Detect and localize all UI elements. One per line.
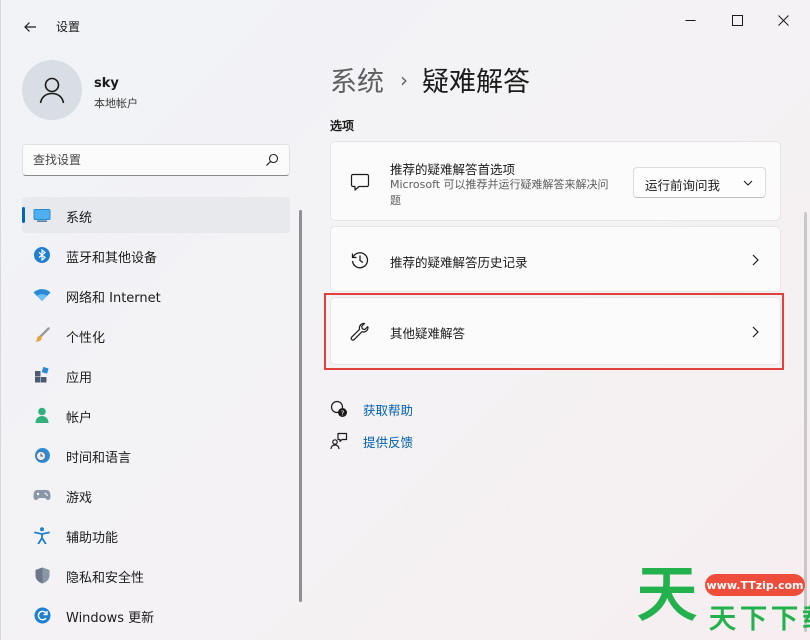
sidebar-item-label: Windows 更新 xyxy=(66,611,155,626)
bluetooth-icon xyxy=(33,246,51,264)
link-label[interactable]: 获取帮助 xyxy=(363,400,413,419)
page-title: 疑难解答 xyxy=(422,67,530,98)
close-icon xyxy=(777,14,789,26)
sidebar-item-bluetooth[interactable]: 蓝牙和其他设备 xyxy=(22,237,290,273)
update-icon xyxy=(33,606,51,624)
sidebar-item-label: 辅助功能 xyxy=(66,531,119,546)
breadcrumb-separator: › xyxy=(400,67,408,92)
search-box[interactable] xyxy=(22,144,290,176)
maximize-button[interactable] xyxy=(722,8,752,32)
link-label[interactable]: 提供反馈 xyxy=(363,432,413,451)
app-title: 设置 xyxy=(56,20,81,34)
search-input[interactable] xyxy=(33,151,253,169)
sidebar-item-label: 蓝牙和其他设备 xyxy=(66,251,158,266)
close-button[interactable] xyxy=(768,8,798,32)
sidebar-item-label: 隐私和安全性 xyxy=(66,571,145,586)
shield-icon xyxy=(33,566,51,584)
watermark-url: www.TTzip.com xyxy=(705,574,805,596)
minimize-button[interactable] xyxy=(675,8,705,32)
title-bar: 设置 xyxy=(1,0,810,48)
section-label: 选项 xyxy=(330,119,355,133)
accessibility-icon xyxy=(33,526,51,544)
highlight-box xyxy=(324,293,784,370)
sidebar-item-privacy[interactable]: 隐私和安全性 xyxy=(22,557,290,593)
sidebar-item-label: 时间和语言 xyxy=(66,451,132,466)
sidebar-item-label: 系统 xyxy=(66,211,93,226)
avatar[interactable] xyxy=(22,60,82,120)
apps-icon xyxy=(33,366,51,384)
sidebar-item-label: 应用 xyxy=(66,371,93,386)
svg-text:?: ? xyxy=(341,409,345,417)
card-title: 推荐的疑难解答历史记录 xyxy=(390,255,528,270)
account-type: 本地帐户 xyxy=(94,97,138,110)
chevron-down-icon xyxy=(743,180,753,186)
sidebar-item-personalization[interactable]: 个性化 xyxy=(22,317,290,353)
sidebar-item-label: 网络和 Internet xyxy=(66,291,161,306)
get-help-link[interactable]: ? 获取帮助 xyxy=(330,399,413,419)
sidebar-scrollbar[interactable] xyxy=(299,210,302,602)
sidebar-item-system[interactable]: 系统 xyxy=(22,197,290,233)
wifi-icon xyxy=(33,286,51,304)
chevron-right-icon xyxy=(752,254,759,266)
card-description: Microsoft 可以推荐并运行疑难解答来解决问题 xyxy=(390,178,609,207)
user-name: sky xyxy=(94,76,119,91)
settings-window: 设置 sky 本地帐户 系统 蓝牙和其他设备 xyxy=(0,0,810,640)
troubleshoot-preference-dropdown[interactable]: 运行前询问我 xyxy=(633,167,766,198)
sidebar-item-label: 游戏 xyxy=(66,491,93,506)
sidebar-nav: 系统 蓝牙和其他设备 网络和 Internet 个性化 应用 帐户 时间和语言 … xyxy=(22,197,290,637)
minimize-icon xyxy=(685,19,695,21)
sidebar-item-accounts[interactable]: 帐户 xyxy=(22,397,290,433)
dropdown-value: 运行前询问我 xyxy=(645,178,721,193)
content-scrollbar[interactable] xyxy=(804,212,807,632)
sidebar-item-time-language[interactable]: 时间和语言 xyxy=(22,437,290,473)
paint-brush-icon xyxy=(33,326,51,344)
sidebar-item-apps[interactable]: 应用 xyxy=(22,357,290,393)
breadcrumb-parent[interactable]: 系统 xyxy=(330,60,384,99)
sidebar-item-gaming[interactable]: 游戏 xyxy=(22,477,290,513)
person-icon xyxy=(33,406,51,424)
troubleshoot-history-card[interactable]: 推荐的疑难解答历史记录 xyxy=(330,226,781,292)
watermark-text: 天下下载 xyxy=(709,604,810,635)
sidebar-item-network[interactable]: 网络和 Internet xyxy=(22,277,290,313)
gamepad-icon xyxy=(33,486,51,504)
back-arrow-icon xyxy=(24,22,36,32)
sidebar-item-label: 个性化 xyxy=(66,331,106,346)
history-icon xyxy=(349,249,371,271)
breadcrumb: 系统 › 疑难解答 xyxy=(330,60,530,99)
chat-bubble-icon xyxy=(349,171,371,193)
sidebar-item-windows-update[interactable]: Windows 更新 xyxy=(22,597,290,633)
sidebar-item-label: 帐户 xyxy=(66,411,93,426)
feedback-icon xyxy=(330,432,348,450)
monitor-icon xyxy=(33,206,51,224)
sidebar-item-accessibility[interactable]: 辅助功能 xyxy=(22,517,290,553)
card-title: 推荐的疑难解答首选项 xyxy=(390,162,516,177)
watermark-logo: 天 xyxy=(637,560,697,630)
search-icon[interactable] xyxy=(265,153,279,167)
help-icon: ? xyxy=(330,400,348,418)
clock-globe-icon xyxy=(33,446,51,464)
maximize-icon xyxy=(731,14,743,26)
person-icon xyxy=(39,77,65,104)
recommended-preferences-card: 推荐的疑难解答首选项 Microsoft 可以推荐并运行疑难解答来解决问题 运行… xyxy=(330,141,781,221)
back-button[interactable] xyxy=(19,16,41,38)
give-feedback-link[interactable]: 提供反馈 xyxy=(330,431,413,451)
